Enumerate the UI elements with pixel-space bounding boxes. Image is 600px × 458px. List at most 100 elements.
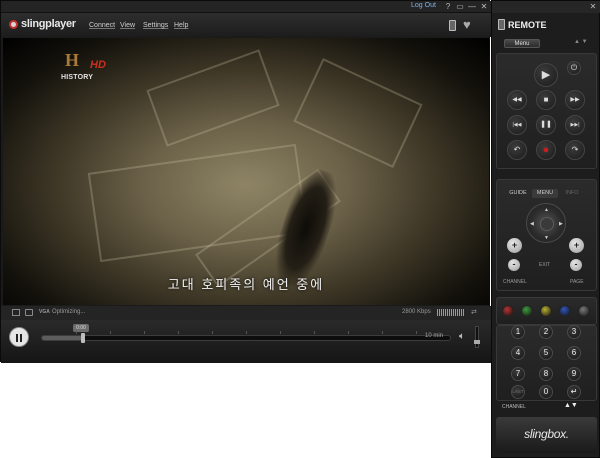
video-texture [146,49,280,147]
timeline-tick [246,331,247,334]
timeline-tick [280,331,281,334]
dpad[interactable]: ▲ ▼ ◀ ▶ [526,203,566,243]
menu-settings[interactable]: Settings [143,22,168,29]
volume-knob[interactable] [474,339,480,344]
key-5[interactable]: 5 [539,346,553,360]
screen-icon[interactable] [12,309,20,316]
key-8[interactable]: 8 [539,367,553,381]
dpad-down-icon[interactable]: ▼ [544,235,549,241]
key-enter[interactable]: ↵ [567,385,581,399]
pause-button[interactable] [9,327,29,347]
timeline-tick [144,331,145,334]
status-bar: VGA Optimizing... 2800 Kbps ⇄ [1,306,491,320]
close-remote-button[interactable]: ✕ [588,1,598,12]
yellow-key-button[interactable] [540,305,552,317]
timeline-tick [382,331,383,334]
red-key-button[interactable] [502,305,514,317]
history-logo-letter: H [65,50,80,70]
rewind-button[interactable]: ◀◀ [507,90,527,110]
play-button[interactable]: ▶ [534,63,558,87]
video-texture [293,58,423,168]
exit-button[interactable]: EXIT [539,262,550,268]
remote-header: REMOTE [492,15,600,37]
key-7[interactable]: 7 [511,367,525,381]
remote-device-icon[interactable] [449,20,456,31]
video-area[interactable]: H HD HISTORY 고대 호피족의 예언 중에 [3,38,489,305]
signal-meter-icon [437,309,465,316]
power-button[interactable]: ⏻ [567,61,581,75]
timeline-tick [76,331,77,334]
key-4[interactable]: 4 [511,346,525,360]
back-button[interactable]: ↶ [507,140,527,160]
gray-key-button[interactable] [578,305,590,317]
slingbox-logo: slingbox. [524,427,569,441]
page-label: PAGE [570,279,584,285]
timeline-tick [178,331,179,334]
channel-bar-arrows[interactable]: ▲▼ [564,402,578,409]
menu-view[interactable]: View [120,22,135,29]
timeline-handle[interactable] [80,333,85,343]
log-out-link[interactable]: Log Out [411,2,436,9]
remote-menu-button[interactable]: Menu [504,39,540,48]
blue-key-button[interactable] [559,305,571,317]
timeline-played [42,336,83,340]
key-9[interactable]: 9 [567,367,581,381]
status-text: Optimizing... [52,309,86,315]
favorite-heart-icon[interactable]: ♥ [463,17,471,32]
timeline-slider[interactable] [41,331,451,343]
key-6[interactable]: 6 [567,346,581,360]
timeline-tick [416,331,417,334]
volume-slider[interactable] [474,326,480,348]
skip-back-button[interactable]: |◀◀ [507,115,527,135]
guide-button[interactable]: GUIDE [505,189,531,198]
dpad-ok-button[interactable] [540,217,554,231]
video-subtitle: 고대 호피족의 예언 중에 [167,277,325,292]
key-2[interactable]: 2 [539,325,553,339]
title-bar: Log Out ? ▭ — ✕ [1,1,491,13]
menu-connect[interactable]: Connect [89,22,115,29]
pause-button[interactable]: ❚❚ [536,115,556,135]
slingplayer-logo-icon [9,20,18,29]
fast-forward-button[interactable]: ▶▶ [565,90,585,110]
help-window-button[interactable]: ? [443,1,453,12]
dpad-left-icon[interactable]: ◀ [530,221,534,227]
bitrate-label: 2800 Kbps [402,309,431,315]
slingbox-brand-area: slingbox. [496,417,597,453]
pause-icon [20,334,22,342]
player-window: Log Out ? ▭ — ✕ slingplayer Connect View… [0,0,491,363]
menu-help[interactable]: Help [174,22,188,29]
replay-button[interactable]: ↷ [565,140,585,160]
app-logo: slingplayer [21,18,76,30]
restore-window-button[interactable]: ▭ [455,1,465,12]
dpad-up-icon[interactable]: ▲ [544,207,549,213]
timeline-duration-label: 10 min [425,333,444,339]
minimize-window-button[interactable]: — [467,1,477,12]
key-last[interactable]: LAST [511,385,525,399]
transport-panel: ▶ ⏻ ◀◀ ■ ▶▶ |◀◀ ❚❚ ▶▶| ↶ ● ↷ [496,53,597,169]
timeline-tick [348,331,349,334]
remote-menu-arrows[interactable]: ▲ ▼ [574,39,588,45]
camera-icon[interactable] [25,309,33,316]
key-1[interactable]: 1 [511,325,525,339]
channel-up-button[interactable]: + [507,238,522,253]
key-3[interactable]: 3 [567,325,581,339]
volume-icon[interactable]: 🔈︎ [459,331,465,342]
channel-down-button[interactable]: - [508,259,520,271]
info-button[interactable]: INFO [559,189,585,198]
menu-button[interactable]: MENU [532,189,558,198]
control-bar: 0:00 10 min 🔈︎ [1,320,491,363]
page-down-button[interactable]: - [570,259,582,271]
page-up-button[interactable]: + [569,238,584,253]
dpad-right-icon[interactable]: ▶ [559,221,563,227]
remote-window: ✕ REMOTE Menu ▲ ▼ ▶ ⏻ ◀◀ ■ ▶▶ |◀◀ ❚❚ ▶▶|… [491,0,600,458]
green-key-button[interactable] [521,305,533,317]
key-0[interactable]: 0 [539,385,553,399]
history-logo-hd: HD [90,59,106,71]
pause-icon [16,334,18,342]
aspect-ratio-icon[interactable]: ⇄ [471,308,477,316]
skip-forward-button[interactable]: ▶▶| [565,115,585,135]
stop-button[interactable]: ■ [536,90,556,110]
remote-icon [498,19,505,30]
close-window-button[interactable]: ✕ [479,1,489,12]
record-button[interactable]: ● [536,140,556,160]
